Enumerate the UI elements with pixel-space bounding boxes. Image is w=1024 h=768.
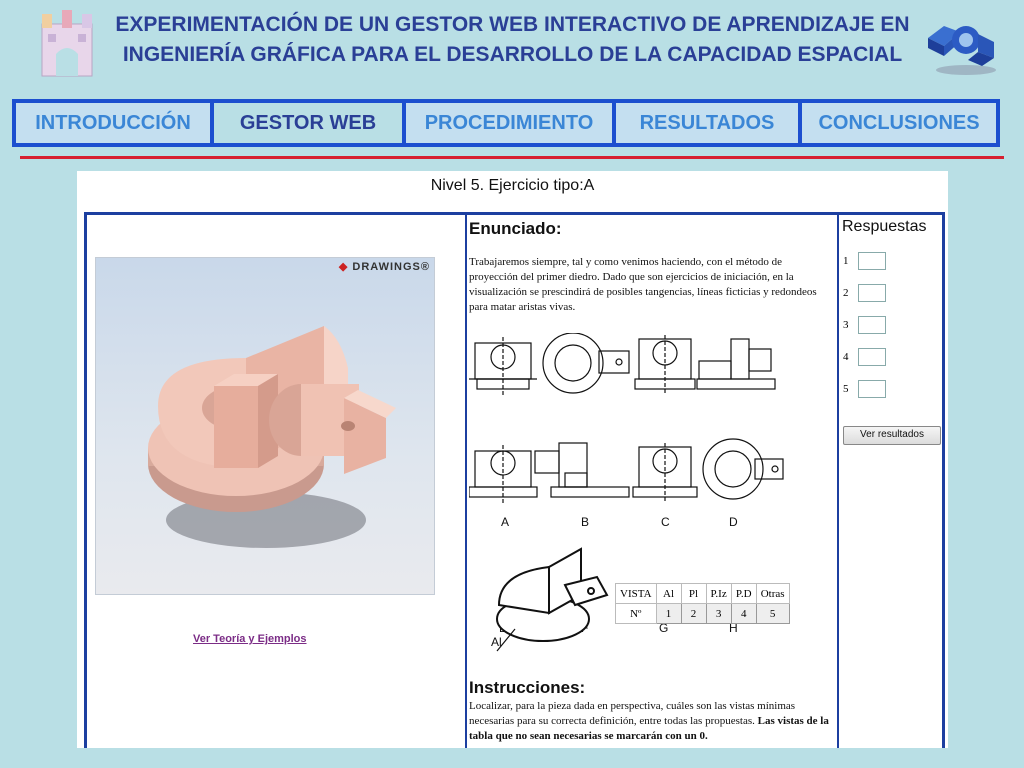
table-cell: 4	[730, 603, 757, 624]
enunciado-text: Trabajaremos siempre, tal y como venimos…	[469, 256, 817, 313]
exercise-frame: ◆ DRAWINGS® Ver Teoría y Ejemplos Enunci…	[84, 212, 945, 748]
title-line-2: INGENIERÍA GRÁFICA PARA EL DESARROLLO DE…	[122, 43, 903, 66]
table-row: VISTA Al Pl P.Iz P.D Otras	[615, 583, 790, 604]
table-cell: P.D	[730, 583, 757, 604]
exercise-title: Nivel 5. Ejercicio tipo:A	[430, 177, 595, 194]
tab-introduccion[interactable]: INTRODUCCIÓN	[16, 103, 210, 143]
table-row: Nº 1 2 3 4 5	[615, 603, 790, 624]
table-cell: VISTA	[615, 583, 657, 604]
instrucciones-body: Localizar, para la pieza dada en perspec…	[469, 700, 796, 727]
tab-conclusiones[interactable]: CONCLUSIONES	[802, 103, 996, 143]
answer-input-2[interactable]	[858, 284, 886, 302]
divider-line	[20, 156, 1004, 159]
answers-column: Respuestas 1 2 3 4 5 Ver resultados	[839, 215, 942, 748]
instrucciones-heading: Instrucciones:	[469, 678, 586, 697]
answer-input-1[interactable]	[858, 252, 886, 270]
instrucciones-text: Localizar, para la pieza dada en perspec…	[469, 699, 831, 744]
table-cell: P.Iz	[705, 583, 732, 604]
page-title: EXPERIMENTACIÓN DE UN GESTOR WEB INTERAC…	[105, 10, 920, 70]
table-cell: 3	[705, 603, 732, 624]
render-column: ◆ DRAWINGS® Ver Teoría y Ejemplos	[87, 215, 467, 748]
answer-number: 3	[843, 319, 849, 331]
tab-procedimiento[interactable]: PROCEDIMIENTO	[406, 103, 612, 143]
answer-number: 1	[843, 255, 849, 267]
title-line-1: EXPERIMENTACIÓN DE UN GESTOR WEB INTERAC…	[115, 13, 910, 36]
table-cell: Nº	[615, 603, 657, 624]
exercise-panel: Nivel 5. Ejercicio tipo:A ◆ DRAWINGS® Ve…	[77, 171, 948, 748]
3d-render-image: ◆ DRAWINGS®	[95, 257, 435, 595]
drawings-logo-icon: ◆	[338, 261, 349, 273]
orthographic-views-drawing	[469, 333, 784, 503]
views-table: VISTA Al Pl P.Iz P.D Otras Nº 1 2 3 4 5	[615, 583, 790, 624]
statement-column: Enunciado: Trabajaremos siempre, tal y c…	[467, 215, 839, 748]
view-label-d: D	[729, 515, 738, 529]
tab-gestor-web[interactable]: GESTOR WEB	[214, 103, 402, 143]
enunciado-heading: Enunciado:	[469, 219, 562, 238]
main-nav: INTRODUCCIÓN GESTOR WEB PROCEDIMIENTO RE…	[12, 99, 1000, 147]
part-render-icon	[148, 326, 396, 548]
answers-heading: Respuestas	[842, 218, 927, 235]
castle-logo-icon	[36, 6, 98, 82]
iso-view-label: Al	[491, 635, 502, 649]
table-cell: 1	[655, 603, 682, 624]
view-label-b: B	[581, 515, 590, 529]
table-cell: 5	[755, 603, 790, 624]
view-label-a: A	[501, 515, 510, 529]
answer-input-4[interactable]	[858, 348, 886, 366]
table-cell: Otras	[755, 583, 790, 604]
table-cell: Al	[655, 583, 682, 604]
answer-input-5[interactable]	[858, 380, 886, 398]
answer-number: 2	[843, 287, 849, 299]
isometric-drawing	[496, 547, 609, 652]
view-label-c: C	[661, 515, 670, 529]
table-cell: 2	[680, 603, 707, 624]
drawings-brand: ◆ DRAWINGS®	[338, 261, 430, 273]
answer-input-3[interactable]	[858, 316, 886, 334]
answer-number: 5	[843, 383, 849, 395]
answer-number: 4	[843, 351, 849, 363]
tab-resultados[interactable]: RESULTADOS	[616, 103, 798, 143]
view-results-button[interactable]: Ver resultados	[843, 426, 941, 445]
table-cell: Pl	[680, 583, 707, 604]
3d-blocks-logo-icon	[922, 12, 1000, 76]
brand-label: DRAWINGS	[352, 261, 421, 273]
theory-link[interactable]: Ver Teoría y Ejemplos	[193, 633, 307, 645]
